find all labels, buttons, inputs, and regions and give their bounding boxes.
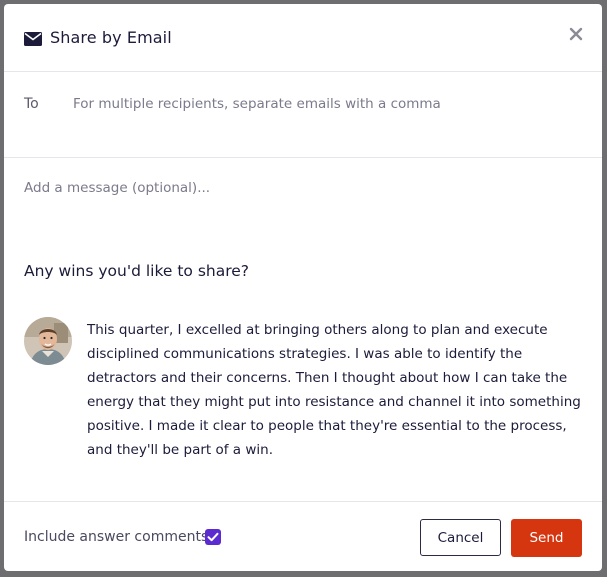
user-avatar [24,317,72,365]
to-label: To [24,96,39,112]
dialog-header: Share by Email [4,4,602,72]
question-title: Any wins you'd like to share? [24,262,250,280]
include-comments-label: Include answer comments [24,529,209,545]
send-button[interactable]: Send [511,519,582,557]
close-button[interactable] [566,24,588,46]
message-input[interactable] [20,176,594,224]
dialog-footer: Include answer comments Cancel Send [4,501,602,571]
close-icon [569,27,583,41]
to-row: To [4,72,602,158]
share-email-dialog: Share by Email To Any wins you'd like to… [4,4,602,571]
checkmark-icon [207,532,219,542]
cancel-button[interactable]: Cancel [420,519,501,556]
recipients-input[interactable] [70,90,586,118]
include-comments-checkbox[interactable] [205,529,221,545]
answer-text: This quarter, I excelled at bringing oth… [87,322,581,458]
envelope-icon [24,32,42,46]
dialog-title: Share by Email [50,28,172,47]
